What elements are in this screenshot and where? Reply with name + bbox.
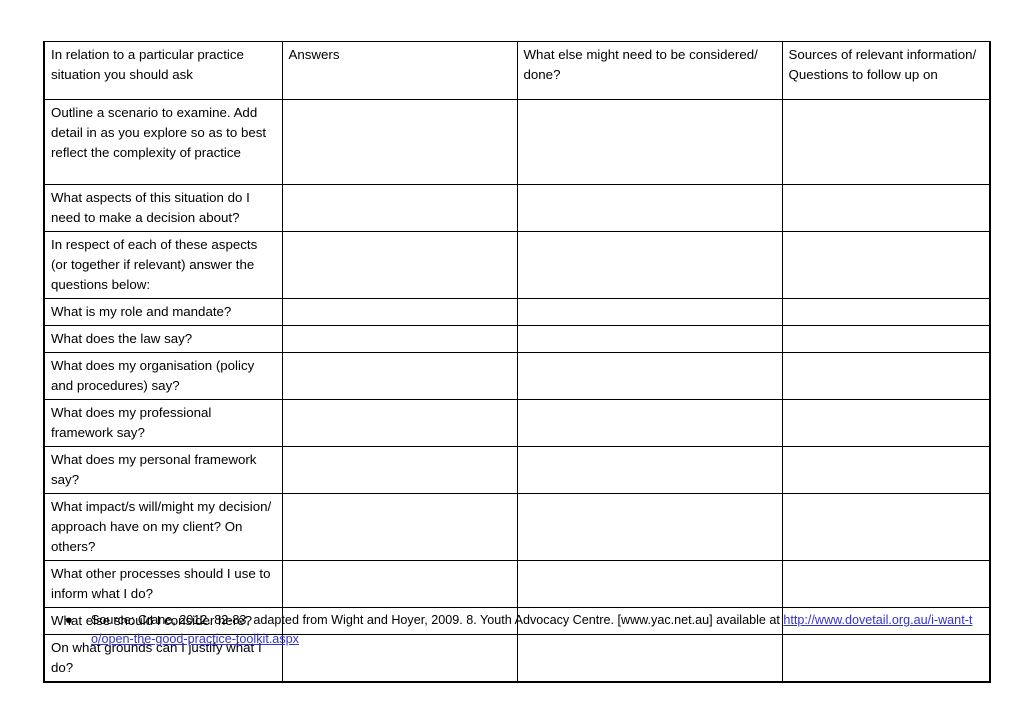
table-row: What does my personal framework say? xyxy=(43,446,991,494)
cell-answers[interactable] xyxy=(281,399,518,447)
cell-prompt: Outline a scenario to examine. Add detai… xyxy=(43,99,283,185)
cell-considered[interactable] xyxy=(516,560,783,608)
column-header-prompt: In relation to a particular practice sit… xyxy=(43,41,283,100)
cell-prompt: What does the law say? xyxy=(43,325,283,353)
cell-considered[interactable] xyxy=(516,231,783,299)
table-row: Outline a scenario to examine. Add detai… xyxy=(43,99,991,185)
table-row: What aspects of this situation do I need… xyxy=(43,184,991,232)
cell-answers[interactable] xyxy=(281,184,518,232)
cell-sources[interactable] xyxy=(781,99,991,185)
footnote-source-text: Source: Crane, 2012. 82-83, adapted from… xyxy=(91,613,784,627)
cell-answers[interactable] xyxy=(281,352,518,400)
cell-answers[interactable] xyxy=(281,325,518,353)
cell-sources[interactable] xyxy=(781,560,991,608)
cell-sources[interactable] xyxy=(781,325,991,353)
cell-considered[interactable] xyxy=(516,446,783,494)
cell-considered[interactable] xyxy=(516,184,783,232)
table-header: In relation to a particular practice sit… xyxy=(43,41,991,100)
cell-sources[interactable] xyxy=(781,231,991,299)
cell-considered[interactable] xyxy=(516,325,783,353)
cell-prompt: What does my personal framework say? xyxy=(43,446,283,494)
cell-sources[interactable] xyxy=(781,184,991,232)
footnote-list: ● Source: Crane, 2012. 82-83, adapted fro… xyxy=(63,611,973,649)
table-header-row: In relation to a particular practice sit… xyxy=(43,41,991,100)
source-footnote: ● Source: Crane, 2012. 82-83, adapted fro… xyxy=(63,611,973,649)
cell-sources[interactable] xyxy=(781,399,991,447)
cell-considered[interactable] xyxy=(516,493,783,561)
practice-reflection-table: In relation to a particular practice sit… xyxy=(43,41,991,683)
cell-answers[interactable] xyxy=(281,560,518,608)
cell-answers[interactable] xyxy=(281,231,518,299)
table-row: What does the law say? xyxy=(43,325,991,353)
cell-considered[interactable] xyxy=(516,352,783,400)
practice-reflection-table-container: In relation to a particular practice sit… xyxy=(43,41,991,683)
cell-prompt: In respect of each of these aspects (or … xyxy=(43,231,283,299)
cell-answers[interactable] xyxy=(281,446,518,494)
cell-considered[interactable] xyxy=(516,298,783,326)
table-row: In respect of each of these aspects (or … xyxy=(43,231,991,299)
column-header-sources: Sources of relevant information/ Questio… xyxy=(781,41,991,100)
column-header-answers: Answers xyxy=(281,41,518,100)
cell-sources[interactable] xyxy=(781,446,991,494)
cell-prompt: What does my professional framework say? xyxy=(43,399,283,447)
column-header-considered: What else might need to be considered/ d… xyxy=(516,41,783,100)
cell-prompt: What does my organisation (policy and pr… xyxy=(43,352,283,400)
table-row: What other processes should I use to inf… xyxy=(43,560,991,608)
cell-answers[interactable] xyxy=(281,493,518,561)
table-row: What does my professional framework say? xyxy=(43,399,991,447)
cell-answers[interactable] xyxy=(281,298,518,326)
cell-considered[interactable] xyxy=(516,399,783,447)
table-body: Outline a scenario to examine. Add detai… xyxy=(43,99,991,683)
cell-sources[interactable] xyxy=(781,352,991,400)
cell-prompt: What aspects of this situation do I need… xyxy=(43,184,283,232)
list-item: ● Source: Crane, 2012. 82-83, adapted fro… xyxy=(63,611,973,649)
bullet-icon: ● xyxy=(65,612,73,627)
cell-prompt: What other processes should I use to inf… xyxy=(43,560,283,608)
cell-answers[interactable] xyxy=(281,99,518,185)
table-row: What impact/s will/might my decision/ ap… xyxy=(43,493,991,561)
table-row: What is my role and mandate? xyxy=(43,298,991,326)
cell-prompt: What impact/s will/might my decision/ ap… xyxy=(43,493,283,561)
table-row: What does my organisation (policy and pr… xyxy=(43,352,991,400)
cell-prompt: What is my role and mandate? xyxy=(43,298,283,326)
cell-sources[interactable] xyxy=(781,493,991,561)
cell-sources[interactable] xyxy=(781,298,991,326)
cell-considered[interactable] xyxy=(516,99,783,185)
document-page: In relation to a particular practice sit… xyxy=(0,0,1020,720)
